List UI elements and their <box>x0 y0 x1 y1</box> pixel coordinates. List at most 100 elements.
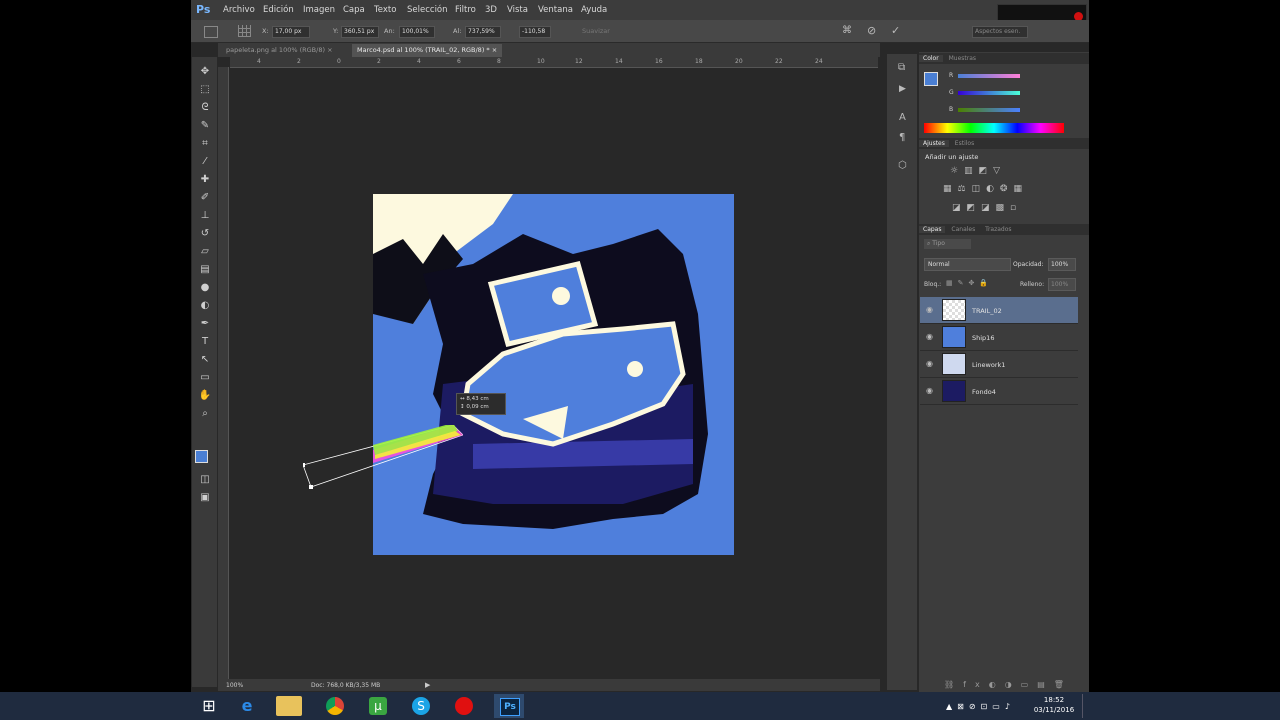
system-clock[interactable]: 18:52 03/11/2016 <box>1030 695 1078 715</box>
layer-row-fondo4[interactable]: ◉ Fondo4 <box>920 378 1078 405</box>
menu-3d[interactable]: 3D <box>485 5 497 15</box>
close-icon[interactable]: × <box>327 46 332 54</box>
tab-swatches[interactable]: Muestras <box>945 55 980 62</box>
cancel-transform-icon[interactable]: ⊘ <box>867 24 876 37</box>
transform-handle[interactable] <box>303 463 305 467</box>
menu-capa[interactable]: Capa <box>343 5 365 15</box>
show-desktop-button[interactable] <box>1082 694 1089 718</box>
dodge-tool-icon[interactable]: ◐ <box>195 298 215 314</box>
move-tool-icon[interactable]: ✥ <box>195 64 215 80</box>
screen-mode-icon[interactable]: ▣ <box>195 490 215 506</box>
skype-icon[interactable]: S <box>412 697 430 715</box>
adjustment-icons-row1[interactable]: ☼▥◩▽ <box>950 166 1006 176</box>
stamp-tool-icon[interactable]: ⊥ <box>195 208 215 224</box>
tab-layers[interactable]: Capas <box>919 226 946 233</box>
x-field[interactable]: 17,00 px <box>272 26 310 38</box>
history-icon[interactable]: ⧉ <box>898 62 905 73</box>
eyedropper-tool-icon[interactable]: ⁄ <box>195 154 215 170</box>
gradient-tool-icon[interactable]: ▤ <box>195 262 215 278</box>
blur-tool-icon[interactable]: ● <box>195 280 215 296</box>
artwork-image[interactable] <box>373 194 734 555</box>
opacity-field[interactable]: 100% <box>1048 258 1076 271</box>
path-select-tool-icon[interactable]: ↖ <box>195 352 215 368</box>
slider-b[interactable] <box>958 108 1020 112</box>
tab-channels[interactable]: Canales <box>947 226 979 233</box>
actions-icon[interactable]: ▶ <box>899 84 906 94</box>
tab-styles[interactable]: Estilos <box>951 140 978 147</box>
menu-archivo[interactable]: Archivo <box>223 5 255 15</box>
slider-r[interactable] <box>958 74 1020 78</box>
3d-icon[interactable]: ⬡ <box>898 160 907 171</box>
tab-papeleta[interactable]: papeleta.png al 100% (RGB/8) × <box>221 44 338 57</box>
color-ramp[interactable] <box>924 123 1064 133</box>
recorder-app-icon[interactable] <box>455 697 473 715</box>
blend-mode-select[interactable]: Normal <box>924 258 1011 271</box>
menu-ayuda[interactable]: Ayuda <box>581 5 607 15</box>
close-icon[interactable]: × <box>492 46 497 54</box>
foreground-color-swatch[interactable] <box>195 450 208 463</box>
transform-handle[interactable] <box>309 485 313 489</box>
zoom-level[interactable]: 100% <box>226 682 243 689</box>
healing-tool-icon[interactable]: ✚ <box>195 172 215 188</box>
layer-row-linework1[interactable]: ◉ Linework1 <box>920 351 1078 378</box>
adjustment-icons-row3[interactable]: ◪◩◪▩▫ <box>952 203 1022 213</box>
height-field[interactable]: 737,59% <box>465 26 501 38</box>
menu-ventana[interactable]: Ventana <box>538 5 573 15</box>
photoshop-taskbar-item[interactable]: Ps <box>494 694 524 718</box>
tab-marco4[interactable]: Marco4.psd al 100% (TRAIL_02, RGB/8) * × <box>352 44 503 57</box>
color-fg-swatch[interactable] <box>924 72 938 86</box>
chrome-icon[interactable] <box>326 697 344 715</box>
layer-footer-icons[interactable]: ⛓fx◐◑▭▤🗑 <box>944 680 1073 689</box>
paragraph-icon[interactable]: ¶ <box>899 132 905 143</box>
fill-field[interactable]: 100% <box>1048 278 1076 291</box>
slider-g[interactable] <box>958 91 1020 95</box>
layer-row-trail02[interactable]: ◉ TRAIL_02 <box>920 297 1078 324</box>
move-tool-option-icon[interactable] <box>204 26 218 38</box>
eye-icon[interactable]: ◉ <box>926 359 933 368</box>
type-tool-icon[interactable]: T <box>195 334 215 350</box>
workspace-select[interactable]: Aspectos esen. <box>972 26 1028 38</box>
brush-tool-icon[interactable]: ✐ <box>195 190 215 206</box>
shape-tool-icon[interactable]: ▭ <box>195 370 215 386</box>
tab-color[interactable]: Color <box>919 55 943 62</box>
eye-icon[interactable]: ◉ <box>926 305 933 314</box>
quick-select-tool-icon[interactable]: ✎ <box>195 118 215 134</box>
doc-size[interactable]: Doc: 768,0 KB/3,35 MB <box>311 682 380 689</box>
eye-icon[interactable]: ◉ <box>926 332 933 341</box>
menu-edicion[interactable]: Edición <box>263 5 294 15</box>
crop-tool-icon[interactable]: ⌗ <box>195 136 215 152</box>
pen-tool-icon[interactable]: ✒ <box>195 316 215 332</box>
hand-tool-icon[interactable]: ✋ <box>195 388 215 404</box>
commit-transform-icon[interactable]: ✓ <box>891 24 900 37</box>
menu-texto[interactable]: Texto <box>374 5 396 15</box>
menu-seleccion[interactable]: Selección <box>407 5 448 15</box>
character-icon[interactable]: A <box>899 112 906 123</box>
layer-row-ship16[interactable]: ◉ Ship16 <box>920 324 1078 351</box>
eye-icon[interactable]: ◉ <box>926 386 933 395</box>
zoom-tool-icon[interactable]: ⌕ <box>195 406 215 422</box>
angle-field[interactable]: -110,58 <box>519 26 551 38</box>
warp-icon[interactable]: ⌘ <box>842 25 852 36</box>
transform-bounding-box[interactable] <box>303 425 463 490</box>
layer-kind-filter[interactable]: ⌕ Tipo <box>924 239 971 249</box>
quick-mask-icon[interactable]: ◫ <box>195 472 215 488</box>
utorrent-icon[interactable]: µ <box>369 697 387 715</box>
system-tray-icons[interactable]: ▲⊠⊘⊡▭♪ <box>946 702 1015 711</box>
internet-explorer-icon[interactable]: e <box>232 694 262 718</box>
menu-filtro[interactable]: Filtro <box>455 5 476 15</box>
windows-start-icon[interactable]: ⊞ <box>194 694 224 718</box>
marquee-tool-icon[interactable]: ⬚ <box>195 82 215 98</box>
adjustment-icons-row2[interactable]: ▦⚖◫◐❂▦ <box>943 184 1028 194</box>
reference-point-icon[interactable] <box>238 25 251 37</box>
lasso-tool-icon[interactable]: ᘓ <box>195 100 215 116</box>
y-field[interactable]: 360,51 px <box>341 26 379 38</box>
menu-vista[interactable]: Vista <box>507 5 528 15</box>
menu-imagen[interactable]: Imagen <box>303 5 335 15</box>
tab-adjustments[interactable]: Ajustes <box>919 140 949 147</box>
tab-paths[interactable]: Trazados <box>981 226 1015 233</box>
status-arrow-icon[interactable]: ▶ <box>425 681 430 689</box>
width-field[interactable]: 100,01% <box>399 26 435 38</box>
lock-icons[interactable]: ▦✎✥🔒 <box>946 279 993 287</box>
file-explorer-icon[interactable] <box>276 696 302 716</box>
history-brush-tool-icon[interactable]: ↺ <box>195 226 215 242</box>
